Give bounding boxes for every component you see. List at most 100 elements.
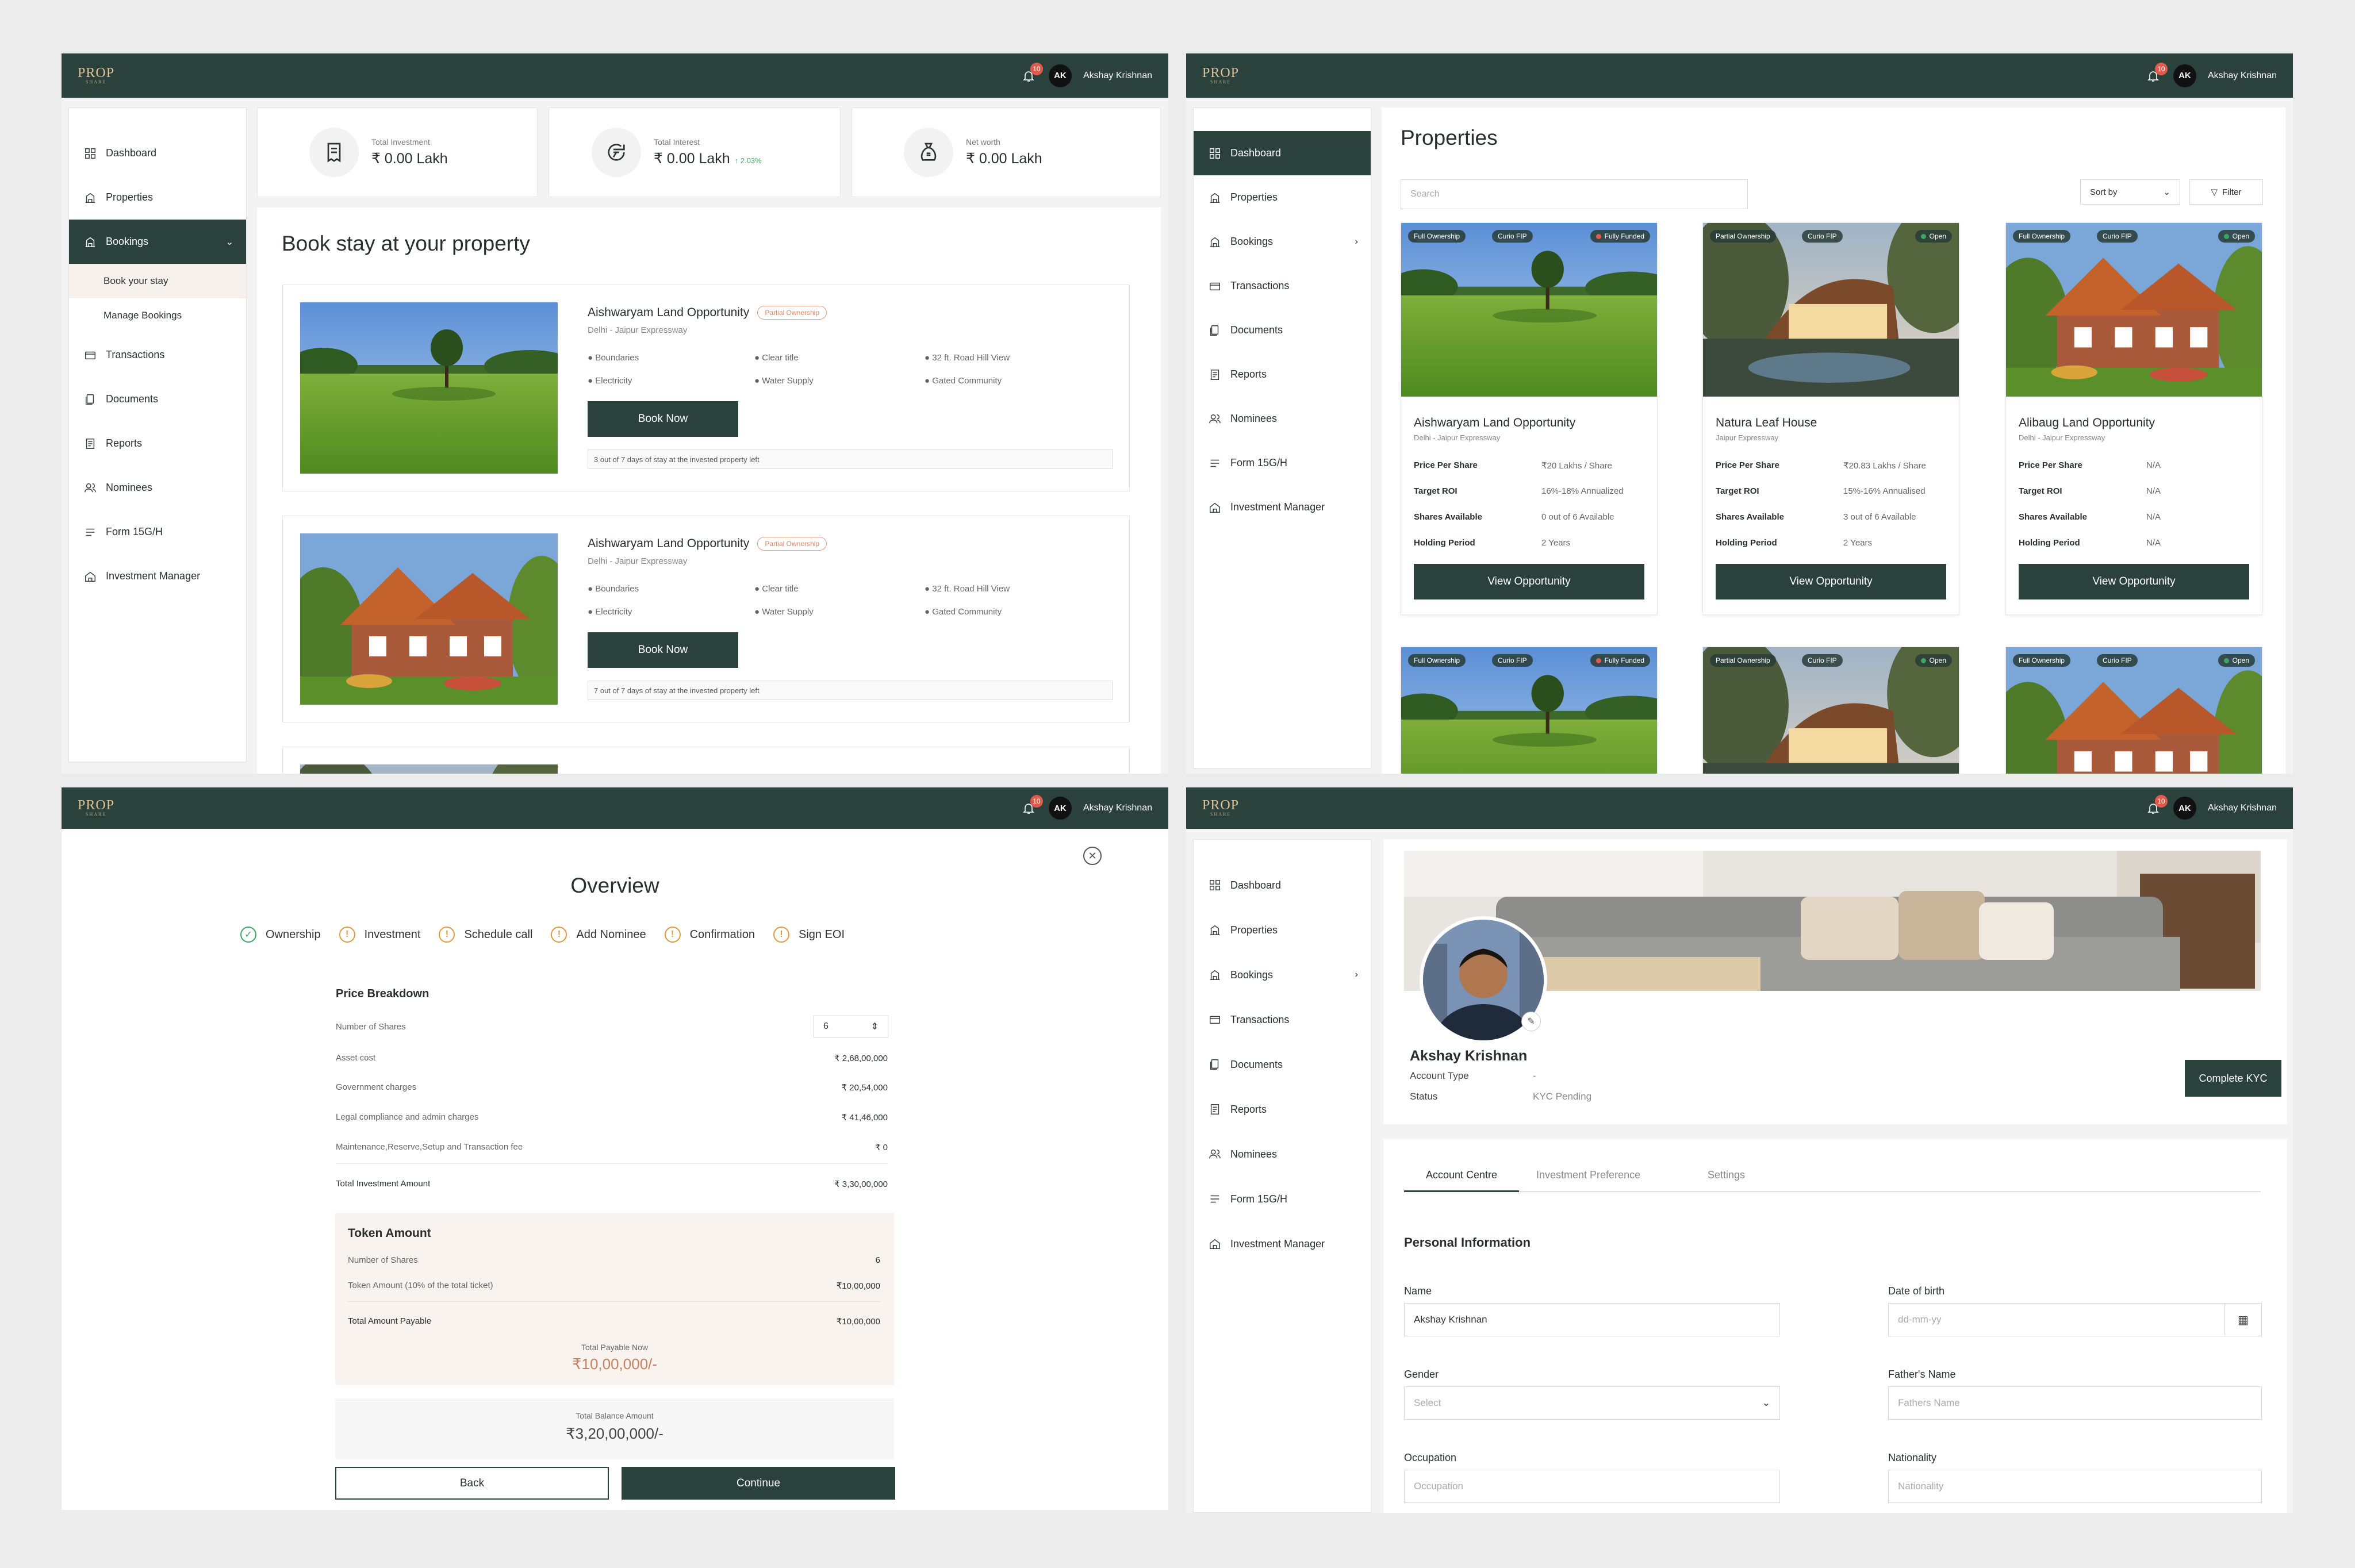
property-location: Delhi - Jaipur Expressway [588, 556, 688, 566]
avatar[interactable]: AK [2173, 64, 2196, 87]
feature: Electricity [595, 376, 632, 386]
gender-select[interactable]: Select ⌄ [1404, 1386, 1780, 1420]
user-name[interactable]: Akshay Krishnan [1083, 803, 1152, 813]
view-opportunity-button[interactable]: View Opportunity [1716, 564, 1946, 599]
step-schedule-call[interactable]: ! Schedule call [439, 927, 532, 943]
book-now-button[interactable]: Book Now [588, 632, 738, 668]
sidebar-item-properties[interactable]: Properties [69, 175, 246, 220]
sidebar-item-transactions[interactable]: Transactions [1194, 264, 1371, 308]
token-panel: Token Amount Number of Shares 6 Token Amo… [335, 1213, 894, 1385]
sidebar-item-investment-manager[interactable]: Investment Manager [1194, 1221, 1371, 1266]
user-name[interactable]: Akshay Krishnan [2208, 803, 2277, 813]
property-card[interactable]: Partial Ownership Curio FIP Open Natura … [1702, 222, 1959, 615]
sidebar-item-dashboard[interactable]: Dashboard [69, 131, 246, 175]
logo[interactable]: PROP SHARE [78, 798, 114, 817]
property-name: Natura Leaf House [1716, 416, 1817, 429]
sidebar-item-transactions[interactable]: Transactions [1194, 997, 1371, 1042]
sidebar-item-bookings[interactable]: Bookings › [1194, 220, 1371, 264]
notification-bell-icon[interactable]: 10 [1020, 795, 1043, 817]
avatar[interactable]: AK [1048, 797, 1072, 820]
back-button[interactable]: Back [335, 1467, 609, 1500]
sidebar-item-nominees[interactable]: Nominees [1194, 1132, 1371, 1177]
property-name[interactable]: Aishwaryam Land Opportunity [588, 537, 749, 551]
feature: Boundaries [595, 353, 639, 363]
notification-count: 10 [1030, 62, 1043, 75]
sidebar-item-reports[interactable]: Reports [69, 421, 246, 466]
father-name-field[interactable]: Fathers Name [1888, 1386, 2262, 1420]
sidebar-subitem-manage-bookings[interactable]: Manage Bookings [69, 298, 246, 333]
notification-bell-icon[interactable]: 10 [2145, 795, 2168, 817]
step-add-nominee[interactable]: ! Add Nominee [551, 927, 646, 943]
notification-bell-icon[interactable]: 10 [2145, 62, 2168, 84]
nationality-field[interactable]: Nationality [1888, 1470, 2262, 1503]
property-card[interactable]: Full Ownership Curio FIP Open Alibaug La… [2005, 222, 2262, 615]
user-name[interactable]: Akshay Krishnan [2208, 71, 2277, 81]
feature: 32 ft. Road Hill View [932, 353, 1010, 363]
sidebar-item-form-15gh[interactable]: Form 15G/H [1194, 1177, 1371, 1221]
avatar[interactable]: AK [2173, 797, 2196, 820]
step-ownership[interactable]: ✓ Ownership [240, 927, 321, 943]
tab-account-centre[interactable]: Account Centre [1404, 1165, 1519, 1192]
sidebar-item-documents[interactable]: Documents [1194, 308, 1371, 352]
step-sign-eoi[interactable]: ! Sign EOI [773, 927, 845, 943]
close-icon[interactable]: ✕ [1083, 847, 1102, 865]
sidebar-item-bookings[interactable]: Bookings ⌄ [69, 220, 246, 264]
search-input[interactable]: Search [1401, 179, 1748, 209]
book-now-button[interactable]: Book Now [588, 401, 738, 437]
sidebar-item-documents[interactable]: Documents [1194, 1042, 1371, 1087]
complete-kyc-button[interactable]: Complete KYC [2185, 1060, 2281, 1097]
logo[interactable]: PROP SHARE [1202, 66, 1239, 85]
name-field[interactable]: Akshay Krishnan [1404, 1303, 1780, 1336]
sidebar-item-documents[interactable]: Documents [69, 377, 246, 421]
step-investment[interactable]: ! Investment [339, 927, 420, 943]
calendar-icon[interactable]: ▦ [2224, 1304, 2261, 1336]
step-confirmation[interactable]: ! Confirmation [664, 927, 755, 943]
view-opportunity-button[interactable]: View Opportunity [2019, 564, 2249, 599]
payable-now-label: Total Payable Now [581, 1343, 648, 1352]
report-icon [1210, 369, 1219, 380]
property-card[interactable]: Full Ownership Curio FIP Fully Funded [1401, 647, 1658, 774]
view-opportunity-button[interactable]: View Opportunity [1414, 564, 1644, 599]
sidebar-item-nominees[interactable]: Nominees [1194, 397, 1371, 441]
sidebar-item-properties[interactable]: Properties [1194, 175, 1371, 220]
occupation-field[interactable]: Occupation [1404, 1470, 1780, 1503]
property-card[interactable]: Full Ownership Curio FIP Fully Funded Ai… [1401, 222, 1658, 615]
user-name[interactable]: Akshay Krishnan [1083, 71, 1152, 81]
sidebar-item-nominees[interactable]: Nominees [69, 466, 246, 510]
sidebar-item-dashboard[interactable]: Dashboard [1194, 863, 1371, 908]
property-card[interactable]: Full Ownership Curio FIP Open [2005, 647, 2262, 774]
edit-icon[interactable]: ✎ [1521, 1012, 1541, 1031]
building-icon [1210, 970, 1220, 980]
filter-button[interactable]: ▽ Filter [2189, 179, 2263, 205]
stay-info: 7 out of 7 days of stay at the invested … [588, 681, 1113, 700]
tab-settings[interactable]: Settings [1708, 1169, 1745, 1181]
shares-row: Number of Shares [336, 1022, 406, 1032]
sidebar-item-form-15gh[interactable]: Form 15G/H [1194, 441, 1371, 485]
logo[interactable]: PROP SHARE [78, 66, 114, 85]
dob-field[interactable]: dd-mm-yy ▦ [1888, 1303, 2262, 1336]
top-bar: PROP SHARE 10 AK Akshay Krishnan [62, 53, 1168, 98]
sidebar-item-bookings[interactable]: Bookings › [1194, 952, 1371, 997]
tab-investment-preference[interactable]: Investment Preference [1536, 1169, 1640, 1181]
logo[interactable]: PROP SHARE [1202, 798, 1239, 817]
sidebar-item-properties[interactable]: Properties [1194, 908, 1371, 952]
sidebar-item-reports[interactable]: Reports [1194, 352, 1371, 397]
sort-dropdown[interactable]: Sort by ⌄ [2080, 179, 2180, 205]
sidebar-item-form-15gh[interactable]: Form 15G/H [69, 510, 246, 554]
sidebar-item-dashboard[interactable]: Dashboard [1194, 131, 1371, 175]
continue-button[interactable]: Continue [622, 1467, 895, 1500]
sidebar-subitem-book-your-stay[interactable]: Book your stay [69, 264, 246, 298]
sidebar-item-reports[interactable]: Reports [1194, 1087, 1371, 1132]
documents-icon [1210, 1059, 1219, 1070]
property-name[interactable]: Aishwaryam Land Opportunity [588, 306, 749, 320]
notification-bell-icon[interactable]: 10 [1020, 62, 1043, 84]
sidebar-item-transactions[interactable]: Transactions [69, 333, 246, 377]
profile-name: Akshay Krishnan [1410, 1048, 1528, 1064]
sidebar-item-investment-manager[interactable]: Investment Manager [1194, 485, 1371, 529]
sidebar-item-investment-manager[interactable]: Investment Manager [69, 554, 246, 598]
property-card[interactable]: Partial Ownership Curio FIP Open [1702, 647, 1959, 774]
avatar[interactable]: AK [1048, 64, 1072, 87]
quantity-stepper[interactable]: 6 ⇕ [814, 1016, 888, 1037]
status-badge: Fully Funded [1590, 230, 1650, 243]
property-location: Delhi - Jaipur Expressway [1414, 433, 1501, 442]
